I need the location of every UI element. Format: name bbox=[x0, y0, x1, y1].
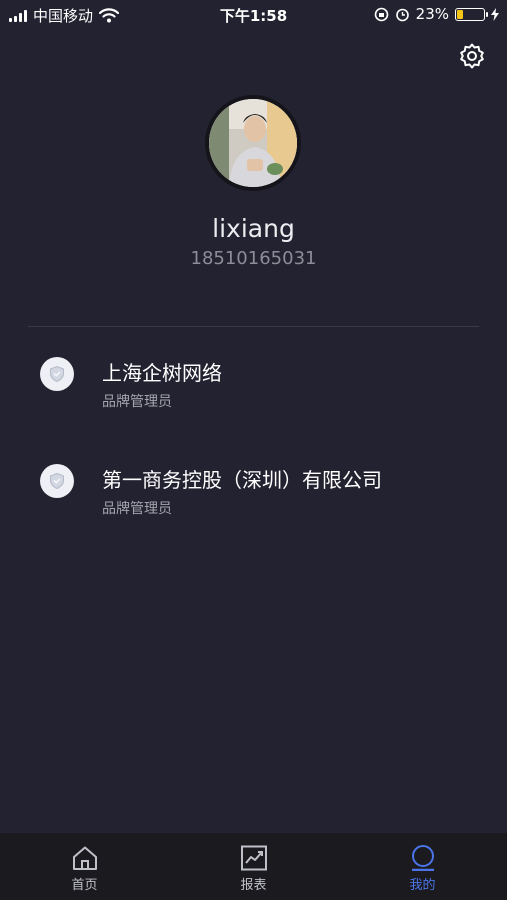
tab-home-label: 首页 bbox=[71, 878, 98, 893]
home-icon bbox=[72, 846, 97, 870]
tab-report[interactable]: 报表 bbox=[169, 833, 338, 900]
avatar-photo bbox=[209, 99, 297, 187]
user-icon bbox=[411, 845, 434, 871]
shield-icon bbox=[50, 365, 64, 383]
company-badge bbox=[40, 357, 74, 391]
rotation-lock-icon bbox=[374, 7, 388, 21]
tab-bar: 首页 报表 我的 bbox=[0, 833, 507, 900]
tab-mine-label: 我的 bbox=[409, 878, 436, 893]
alarm-icon bbox=[395, 8, 409, 21]
battery-fill bbox=[457, 9, 464, 19]
company-badge bbox=[40, 464, 74, 498]
profile-phone: 18510165031 bbox=[190, 248, 317, 269]
tab-home[interactable]: 首页 bbox=[0, 833, 169, 900]
tab-mine[interactable]: 我的 bbox=[338, 833, 507, 900]
chart-icon bbox=[240, 845, 267, 871]
battery-icon bbox=[455, 7, 488, 21]
company-name: 第一商务控股（深圳）有限公司 bbox=[102, 468, 382, 492]
company-name: 上海企树网络 bbox=[102, 361, 222, 385]
charging-icon bbox=[491, 7, 499, 21]
company-role: 品牌管理员 bbox=[102, 501, 172, 517]
status-bar: 中国移动 下午1:58 23% bbox=[0, 0, 507, 30]
tab-report-label: 报表 bbox=[240, 878, 267, 893]
shield-icon bbox=[50, 472, 64, 490]
battery-percent: 23% bbox=[415, 5, 449, 23]
status-right: 23% bbox=[374, 5, 499, 23]
company-role: 品牌管理员 bbox=[102, 394, 172, 410]
avatar[interactable] bbox=[205, 95, 301, 191]
divider bbox=[28, 326, 479, 327]
gear-icon bbox=[460, 43, 484, 69]
company-item[interactable]: 上海企树网络 品牌管理员 bbox=[0, 357, 507, 429]
profile-username: lixiang bbox=[212, 214, 295, 243]
settings-button[interactable] bbox=[458, 42, 486, 70]
company-item[interactable]: 第一商务控股（深圳）有限公司 品牌管理员 bbox=[0, 464, 507, 536]
